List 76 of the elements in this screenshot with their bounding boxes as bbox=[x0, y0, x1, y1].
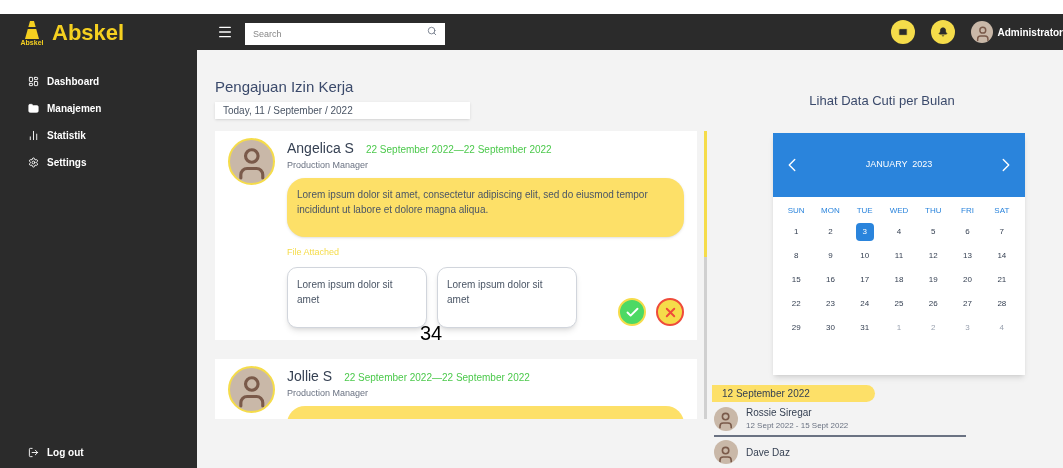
calendar-day[interactable]: 14 bbox=[992, 247, 1011, 265]
logout-item[interactable]: Log out bbox=[28, 445, 197, 460]
calendar-day[interactable]: 24 bbox=[855, 295, 874, 313]
weekday-label: TUE bbox=[855, 205, 874, 217]
leave-dates: 22 September 2022—22 September 2022 bbox=[365, 143, 552, 157]
message-bubble: Lorem ipsum dolor sit amet, consectetur adipiscing elit, sed do eiusmod tempor incididunt ut labore et dolore magna aliqua. bbox=[287, 177, 684, 237]
calendar-day[interactable]: 27 bbox=[958, 295, 977, 313]
notification-button[interactable] bbox=[931, 20, 956, 44]
calendar-day[interactable]: 17 bbox=[855, 271, 874, 289]
search-icon[interactable] bbox=[427, 25, 437, 36]
calendar-day[interactable]: 19 bbox=[924, 271, 943, 289]
menu-icon[interactable] bbox=[217, 24, 233, 40]
brand-name: Abskel bbox=[52, 18, 125, 47]
calendar-day[interactable]: 28 bbox=[992, 295, 1011, 313]
calendar-day[interactable]: 22 bbox=[787, 295, 806, 313]
weekday-label: MON bbox=[820, 205, 841, 217]
calendar-day[interactable]: 21 bbox=[992, 271, 1011, 289]
calendar-day[interactable]: 31 bbox=[855, 319, 874, 337]
calendar-day[interactable]: 2 bbox=[821, 223, 840, 241]
person-name: Rossie Siregar bbox=[746, 406, 813, 420]
calendar-day[interactable]: 6 bbox=[958, 223, 977, 241]
calendar-day[interactable]: 11 bbox=[890, 247, 908, 265]
files-label: File Attached bbox=[287, 245, 341, 259]
calendar-day[interactable]: 1 bbox=[787, 223, 806, 241]
reject-button[interactable] bbox=[656, 298, 684, 326]
person-name: Dave Daz bbox=[746, 445, 790, 460]
page-title: Pengajuan Izin Kerja bbox=[215, 77, 355, 97]
calendar-day[interactable]: 25 bbox=[890, 295, 908, 313]
avatar bbox=[228, 138, 275, 185]
calendar-day[interactable]: 20 bbox=[958, 271, 977, 289]
calendar-day[interactable]: 18 bbox=[890, 271, 908, 289]
weekday-label: FRI bbox=[960, 205, 975, 217]
person-dates: 12 Sept 2022 - 15 Sept 2022 bbox=[746, 420, 849, 432]
employee-name: Angelica S bbox=[287, 139, 354, 158]
employee-role: Production Manager bbox=[287, 159, 370, 172]
bell-icon bbox=[938, 27, 949, 37]
date-field: Today, 11 / September / 2022 bbox=[215, 102, 470, 119]
calendar-day[interactable]: 9 bbox=[821, 247, 840, 265]
calendar-day[interactable]: 4 bbox=[890, 223, 908, 241]
avatar bbox=[971, 21, 994, 43]
weekday-label: WED bbox=[888, 205, 910, 217]
date-pill: 12 September 2022 bbox=[712, 385, 875, 402]
calendar-day[interactable]: 10 bbox=[855, 247, 874, 265]
calendar-day[interactable]: 29 bbox=[787, 319, 806, 337]
employee-role: Production Manager bbox=[287, 387, 370, 400]
mail-button[interactable] bbox=[891, 20, 916, 44]
calendar-day[interactable]: 12 bbox=[924, 247, 943, 265]
mail-icon bbox=[898, 27, 909, 37]
settings-icon bbox=[28, 157, 39, 168]
calendar-day[interactable]: 23 bbox=[821, 295, 840, 313]
calendar-title: Lihat Data Cuti per Bulan bbox=[808, 92, 956, 110]
avatar bbox=[228, 366, 275, 413]
employee-name: Jollie S bbox=[287, 367, 333, 386]
calendar-day[interactable]: 5 bbox=[924, 223, 943, 241]
user-name[interactable]: Administrator bbox=[997, 24, 1063, 40]
calendar-day[interactable]: 7 bbox=[992, 223, 1011, 241]
chart-icon bbox=[28, 130, 39, 141]
weekday-label: SAT bbox=[993, 205, 1011, 217]
calendar-day[interactable]: 13 bbox=[958, 247, 977, 265]
search-field[interactable]: Search bbox=[245, 22, 445, 45]
calendar-day[interactable]: 26 bbox=[924, 295, 943, 313]
weekday-label: THU bbox=[924, 205, 943, 217]
leave-dates: 22 September 2022—22 September 2022 bbox=[344, 371, 530, 385]
avatar bbox=[714, 440, 738, 464]
scrollbar[interactable] bbox=[704, 131, 707, 419]
logout-icon bbox=[28, 447, 39, 458]
calendar-day[interactable]: 8 bbox=[787, 247, 806, 265]
calendar-day[interactable]: 3 bbox=[855, 223, 874, 241]
dashboard-icon bbox=[28, 76, 39, 87]
calendar-day[interactable]: 30 bbox=[821, 319, 840, 337]
calendar-day[interactable]: 16 bbox=[821, 271, 840, 289]
weekday-label: SUN bbox=[786, 205, 806, 217]
avatar bbox=[714, 406, 738, 431]
month-label: JANUARY 2023 bbox=[865, 158, 933, 172]
calendar-day[interactable]: 15 bbox=[787, 271, 806, 289]
folder-icon bbox=[28, 103, 39, 114]
